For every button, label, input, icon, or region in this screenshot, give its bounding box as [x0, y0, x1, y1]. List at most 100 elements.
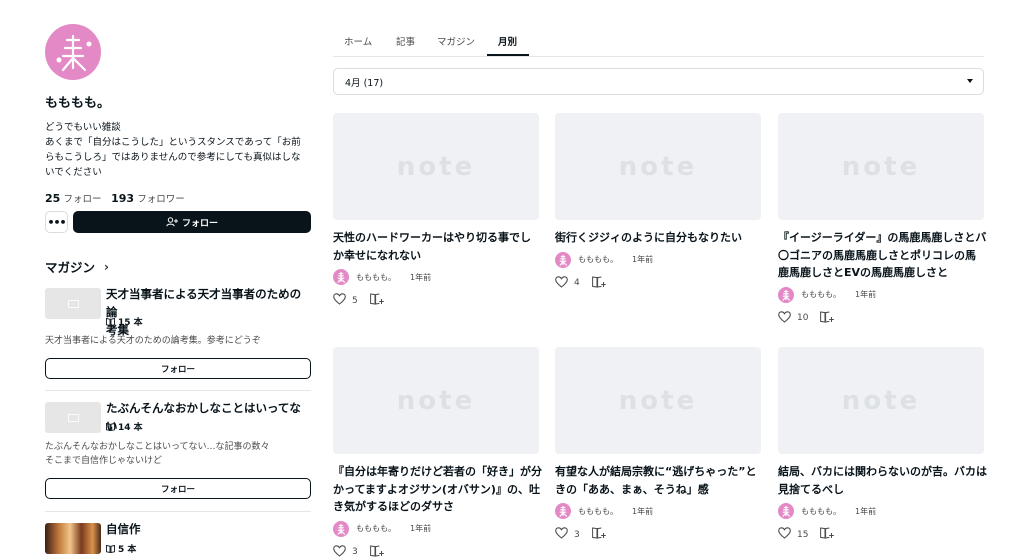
article-title[interactable]: 結局、バカには関わらないのが吉。バカは 見捨てるべし — [778, 463, 987, 498]
author-avatar[interactable] — [778, 286, 794, 303]
author-name[interactable]: もももも。 — [801, 289, 841, 300]
book-icon — [67, 299, 79, 308]
divider — [45, 511, 311, 512]
article-thumbnail[interactable]: note — [778, 347, 984, 454]
profile-sidebar: もももも。 どうでもいい雑談 あくまで「自分はこうした」というスタンスであって「… — [45, 0, 311, 559]
magazine-follow-button[interactable]: フォロー — [45, 478, 311, 499]
article-title-line: 天性のハードワーカーはやり切る事でし — [333, 231, 531, 244]
article-title[interactable]: 街行くジジィのように自分もなりたい — [555, 229, 761, 247]
follow-button-label: フォロー — [181, 218, 218, 229]
article-meta: もももも。 1年前 — [778, 503, 876, 519]
article-title-line: 鹿馬鹿しさとEVの馬鹿馬鹿しさと — [778, 266, 949, 279]
like-count: 15 — [797, 529, 809, 540]
article-title[interactable]: 『イージーライダー』の馬鹿馬鹿しさとバ 〇ゴニアの馬鹿馬鹿しさとポリコレの馬 鹿馬鹿… — [778, 229, 987, 282]
article-thumbnail[interactable]: note — [555, 113, 761, 220]
article-meta: もももも。 1年前 — [555, 503, 653, 519]
heart-icon[interactable] — [778, 527, 791, 542]
article-title[interactable]: 有望な人が結局宗教に“逃げちゃった”と きの「ああ、まぁ、そうね」感 — [555, 463, 761, 498]
article-time: 1年前 — [410, 524, 432, 533]
profile-bio: どうでもいい雑談 あくまで「自分はこうした」というスタンスであって「お前 らもこ… — [45, 120, 311, 180]
article-actions: 4 — [555, 275, 606, 291]
bio-line: らもこうしろ」ではありませんので参考にしても真似はしな — [45, 152, 301, 163]
article-thumbnail[interactable]: note — [333, 113, 539, 220]
author-name[interactable]: もももも。 — [356, 272, 396, 283]
follow-button[interactable]: フォロー — [73, 211, 311, 233]
add-to-magazine-icon[interactable] — [369, 544, 384, 559]
magazine-count-value: 15 本 — [118, 318, 143, 328]
profile-avatar[interactable] — [45, 24, 101, 80]
magazine-follow-button[interactable]: フォロー — [45, 358, 311, 379]
article-time: 1年前 — [855, 290, 877, 299]
article-thumbnail[interactable]: note — [555, 347, 761, 454]
following-count[interactable]: 25 — [45, 192, 60, 205]
author-avatar[interactable] — [555, 503, 571, 519]
note-logo-icon: note — [841, 385, 921, 416]
add-to-magazine-icon[interactable] — [591, 275, 606, 291]
book-icon — [106, 544, 115, 553]
author-avatar[interactable] — [555, 251, 571, 268]
bio-line: あくまで「自分はこうした」というスタンスであって「お前 — [45, 137, 301, 148]
author-avatar[interactable] — [333, 520, 349, 537]
follower-label[interactable]: フォロワー — [137, 194, 185, 205]
like-count: 4 — [574, 278, 580, 288]
heart-icon[interactable] — [333, 293, 346, 308]
article-title-line: 見捨てるべし — [778, 482, 844, 496]
add-to-magazine-icon[interactable] — [369, 293, 384, 308]
article-title[interactable]: 『自分は年寄りだけど若者の「好き」が分 かってますよオジサン(オバサン)』の、吐き… — [333, 463, 542, 516]
article-time: 1年前 — [855, 506, 877, 516]
tab-articles[interactable]: 記事 — [396, 34, 415, 48]
author-name[interactable]: もももも。 — [578, 506, 618, 517]
magazine-description: 天才当事者による天才のための論考集。参考にどうぞ — [45, 334, 311, 348]
add-to-magazine-icon[interactable] — [591, 527, 606, 542]
magazine-thumbnail[interactable] — [45, 523, 101, 554]
article-title[interactable]: 天性のハードワーカーはやり切る事でし か幸せになれない — [333, 229, 539, 264]
magazine-thumbnail[interactable] — [45, 402, 101, 433]
heart-icon[interactable] — [778, 310, 791, 326]
tab-magazine[interactable]: マガジン — [437, 34, 475, 48]
article-title-line: き気がするほどのダサさ — [333, 500, 454, 513]
magazine-count-value: 14 本 — [118, 423, 143, 433]
article-time: 1年前 — [632, 255, 654, 264]
like-count: 5 — [352, 295, 358, 306]
author-name[interactable]: もももも。 — [801, 506, 841, 517]
magazine-count: 14 本 — [106, 420, 143, 433]
article-meta: もももも。 1年前 — [555, 251, 654, 268]
like-count: 3 — [352, 547, 358, 557]
article-title-line: か幸せになれない — [333, 248, 421, 262]
month-select-value: 4月 (17) — [345, 77, 384, 89]
add-to-magazine-icon[interactable] — [820, 527, 835, 542]
follower-count[interactable]: 193 — [111, 192, 134, 205]
more-options-button[interactable]: ••• — [45, 211, 68, 233]
following-label[interactable]: フォロー — [64, 194, 102, 205]
note-logo-icon: note — [618, 385, 698, 416]
bio-line: いでください — [45, 167, 102, 178]
article-thumbnail[interactable]: note — [333, 347, 539, 454]
article-thumbnail[interactable]: note — [778, 113, 984, 220]
heart-icon[interactable] — [333, 544, 346, 559]
article-title-line: 『イージーライダー』の馬鹿馬鹿しさとバ — [778, 231, 987, 244]
author-name[interactable]: もももも。 — [578, 254, 618, 265]
author-avatar[interactable] — [778, 503, 794, 519]
tab-monthly[interactable]: 月別 — [498, 34, 517, 48]
magazine-thumbnail[interactable] — [45, 288, 101, 319]
follow-stats: 25 フォロー 193 フォロワー — [45, 191, 185, 205]
heart-icon[interactable] — [555, 527, 568, 542]
author-name[interactable]: もももも。 — [356, 523, 396, 534]
note-logo-icon: note — [396, 385, 476, 416]
magazine-title[interactable]: 自信作 — [106, 520, 311, 538]
month-select[interactable]: 4月 (17) — [333, 68, 984, 95]
magazine-title[interactable]: 天才当事者による天才当事者のための論 考集 — [106, 285, 311, 339]
article-meta: もももも。 1年前 — [333, 520, 432, 537]
heart-icon[interactable] — [555, 275, 568, 291]
article-title-line: 〇ゴニアの馬鹿馬鹿しさとポリコレの馬 — [778, 248, 976, 262]
magazine-description: たぶんそんなおかしなことはいってない…な記事の数々 そこまで自信作じゃないけど — [45, 440, 311, 468]
add-to-magazine-icon[interactable] — [820, 310, 835, 326]
article-actions: 3 — [555, 527, 606, 542]
tab-home[interactable]: ホーム — [344, 34, 372, 48]
magazine-heading[interactable]: マガジン › — [45, 257, 109, 276]
author-avatar[interactable] — [333, 269, 349, 285]
magazine-count: 15 本 — [106, 315, 143, 328]
bio-line: どうでもいい雑談 — [45, 122, 121, 133]
profile-name: もももも。 — [45, 96, 111, 111]
article-title-line: 『自分は年寄りだけど若者の「好き」が分 — [333, 465, 542, 478]
